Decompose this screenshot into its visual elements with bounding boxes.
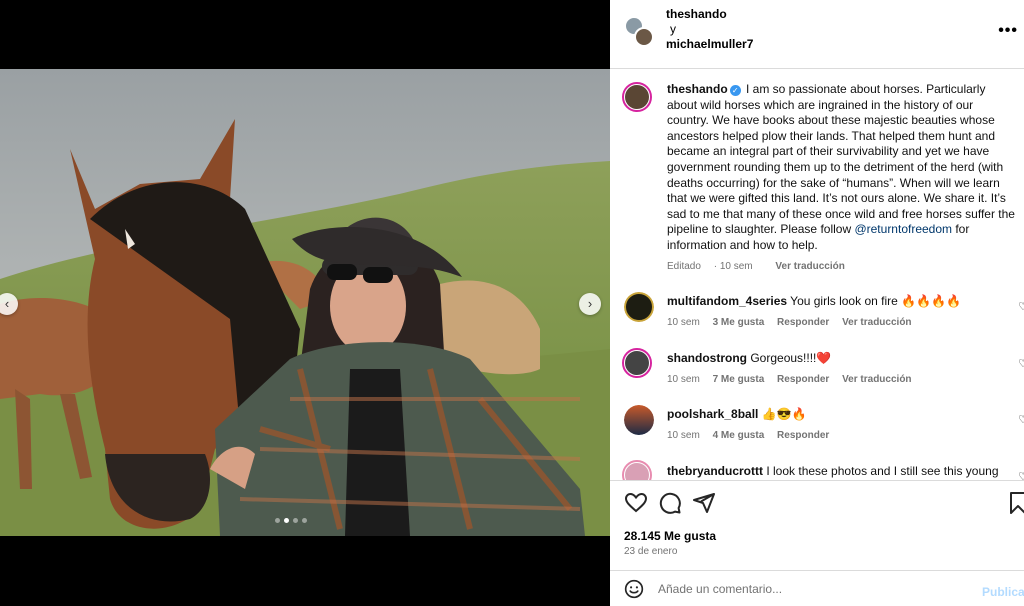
carousel-dot-active <box>284 518 289 523</box>
instagram-post-modal: ‹ › theshando y michaelmuller7 ••• thesh… <box>0 0 1024 606</box>
comment-text: thebryanducrottt I look these photos and… <box>667 464 1015 480</box>
post-media-pane: ‹ › <box>0 0 610 606</box>
comment-time: 10 sem <box>667 374 700 385</box>
mention-link[interactable]: @returntofreedom <box>854 222 952 236</box>
header-username[interactable]: theshando <box>666 7 753 22</box>
avatar[interactable] <box>624 292 654 322</box>
comment-body: 👍😎🔥 <box>761 407 807 421</box>
caption-text: theshando ✓ I am so passionate about hors… <box>667 82 1015 254</box>
reply-button[interactable]: Responder <box>777 317 829 328</box>
post-photo[interactable] <box>0 69 610 536</box>
comment-time: 10 sem <box>667 430 700 441</box>
comment-username[interactable]: thebryanducrottt <box>667 464 763 478</box>
comment-body: You girls look on fire 🔥🔥🔥🔥 <box>790 294 961 308</box>
verified-badge-icon: ✓ <box>729 85 741 96</box>
avatar[interactable] <box>622 348 652 378</box>
post-header: theshando y michaelmuller7 ••• <box>610 0 1024 69</box>
comments-list[interactable]: theshando ✓ I am so passionate about hors… <box>610 70 1024 480</box>
header-separator: y <box>670 22 676 36</box>
comment-likes[interactable]: 3 Me gusta <box>713 317 765 328</box>
comment-meta: 10 sem 7 Me gusta Responder Ver traducci… <box>667 374 922 385</box>
comment-likes[interactable]: 7 Me gusta <box>713 374 765 385</box>
post-actions: 28.145 Me gusta 23 de enero <box>610 480 1024 570</box>
carousel-dot <box>302 518 307 523</box>
comment-body: I look these photos and I still see this… <box>766 464 999 478</box>
emoji-icon[interactable] <box>624 579 644 599</box>
comment-likes[interactable]: 4 Me gusta <box>713 430 765 441</box>
comment-body: Gorgeous!!!!❤️ <box>750 351 832 365</box>
collab-usernames: theshando y michaelmuller7 <box>666 7 753 52</box>
carousel-dot <box>275 518 280 523</box>
caption-meta: Editado · 10 sem Ver traducción <box>667 261 855 272</box>
translate-link[interactable]: Ver traducción <box>775 261 844 272</box>
reply-button[interactable]: Responder <box>777 430 829 441</box>
carousel-indicator <box>275 518 307 523</box>
comment-icon[interactable] <box>658 491 682 515</box>
post-side-panel: theshando y michaelmuller7 ••• theshando… <box>610 0 1024 606</box>
carousel-dot <box>293 518 298 523</box>
collab-avatars[interactable] <box>624 16 654 48</box>
comment-meta: 10 sem 3 Me gusta Responder Ver traducci… <box>667 317 922 328</box>
caption-username[interactable]: theshando <box>667 82 728 96</box>
comment-input[interactable] <box>658 579 958 599</box>
publish-button[interactable]: Publicar <box>982 585 1024 599</box>
add-comment-bar: Publicar <box>610 570 1024 606</box>
like-comment-heart-icon[interactable]: ♡ <box>1018 300 1024 313</box>
caption-body: I am so passionate about horses. Particu… <box>667 82 1015 237</box>
edited-label: Editado · 10 sem <box>667 261 753 272</box>
like-comment-heart-icon[interactable]: ♡ <box>1018 413 1024 426</box>
avatar[interactable] <box>634 27 654 47</box>
post-date: 23 de enero <box>624 546 678 557</box>
avatar[interactable] <box>622 460 652 480</box>
comment-text: shandostrong Gorgeous!!!!❤️ <box>667 351 1015 367</box>
avatar[interactable] <box>622 82 652 112</box>
comment-meta: 10 sem 4 Me gusta Responder <box>667 430 839 441</box>
comment-text: multifandom_4series You girls look on fi… <box>667 294 1015 310</box>
comment-username[interactable]: multifandom_4series <box>667 294 787 308</box>
like-comment-heart-icon[interactable]: ♡ <box>1018 357 1024 370</box>
share-send-icon[interactable] <box>692 491 716 515</box>
translate-link[interactable]: Ver traducción <box>842 374 911 385</box>
avatar[interactable] <box>624 405 654 435</box>
save-bookmark-icon[interactable] <box>1006 491 1024 515</box>
comment-text: poolshark_8ball 👍😎🔥 <box>667 407 1015 423</box>
like-heart-icon[interactable] <box>624 491 648 515</box>
comment-time: 10 sem <box>667 317 700 328</box>
header-username[interactable]: michaelmuller7 <box>666 37 753 52</box>
like-comment-heart-icon[interactable]: ♡ <box>1018 470 1024 480</box>
translate-link[interactable]: Ver traducción <box>842 317 911 328</box>
more-horizontal-icon[interactable]: ••• <box>998 22 1018 40</box>
next-image-button[interactable]: › <box>579 293 601 315</box>
comment-username[interactable]: shandostrong <box>667 351 747 365</box>
like-count[interactable]: 28.145 Me gusta <box>624 529 716 543</box>
reply-button[interactable]: Responder <box>777 374 829 385</box>
comment-username[interactable]: poolshark_8ball <box>667 407 758 421</box>
